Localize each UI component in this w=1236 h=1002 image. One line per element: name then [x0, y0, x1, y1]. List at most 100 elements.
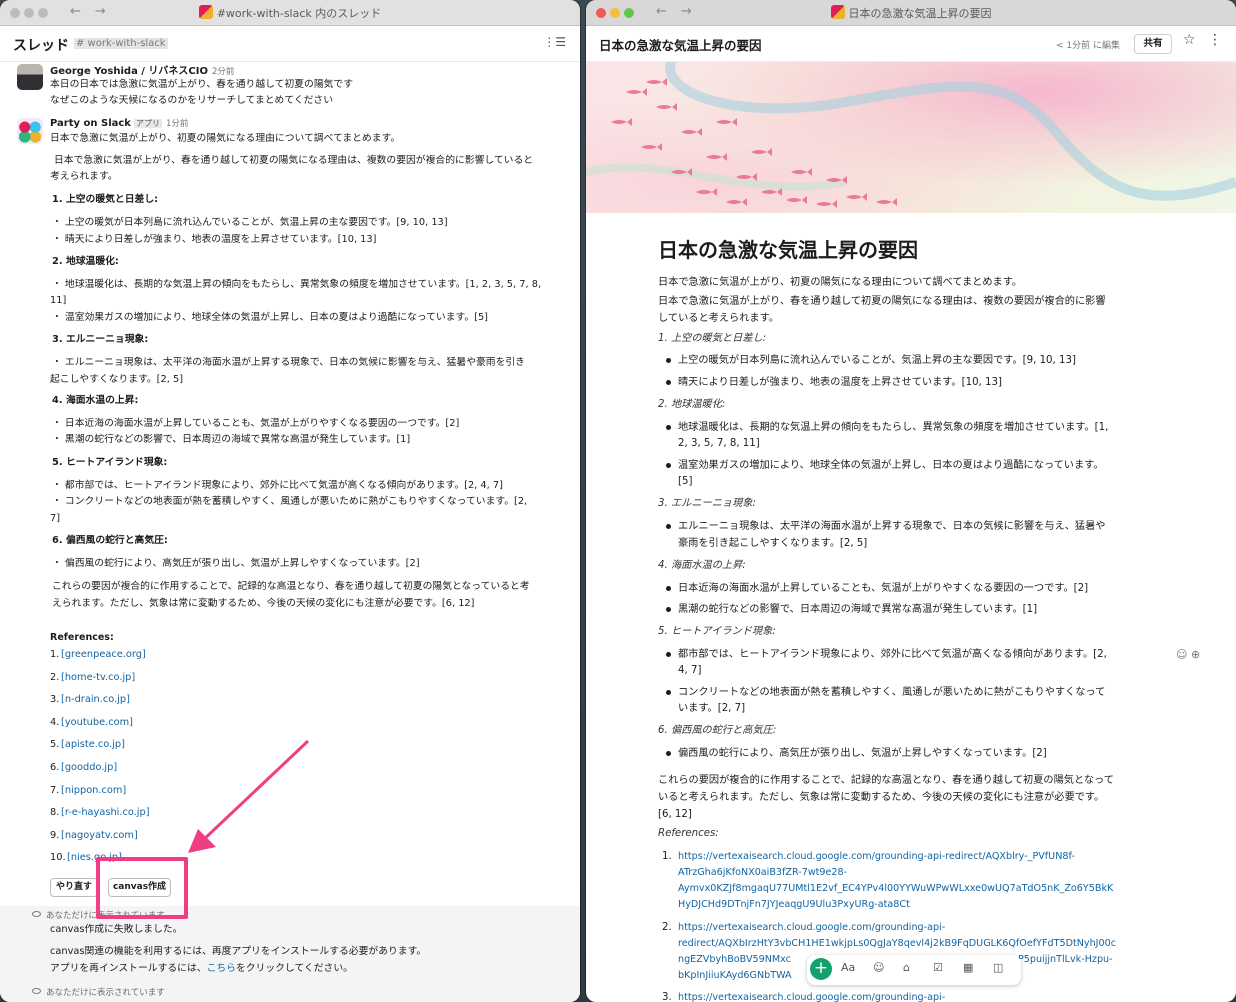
thread-channel-link[interactable]: # work-with-slack	[74, 38, 168, 49]
ref-link[interactable]: ATrzGha6jKfoNX0aiB3fZR-7wt9e28-	[678, 864, 847, 881]
message-author[interactable]: Party on Slack アプリ 1分前	[50, 117, 188, 129]
share-button[interactable]: 共有	[1134, 34, 1172, 54]
bullet-text: 11]	[50, 295, 67, 306]
doc-paragraph[interactable]: していると考えられます。	[658, 310, 779, 327]
fish-shape	[681, 128, 702, 136]
title-bar: ←→ #work-with-slack 内のスレッド	[0, 0, 580, 26]
ref-link[interactable]: https://vertexaisearch.cloud.google.com/…	[678, 919, 945, 936]
doc-bullet[interactable]: 2, 3, 5, 7, 8, 11]	[678, 435, 760, 452]
ref-link[interactable]: HyDJCHd9DTnjFn7JYJeaqgU9Ulu3PxyURg-ata8C…	[678, 896, 910, 913]
fish-shape	[816, 200, 837, 208]
reference-link[interactable]: [home-tv.co.jp]	[61, 670, 135, 685]
message-text: なぜこのような天候になるのかをリサーチしてまとめてください	[50, 95, 334, 106]
fish-shape	[791, 168, 812, 176]
reinstall-link[interactable]: こちら	[207, 963, 236, 974]
doc-bullet[interactable]: 日本近海の海面水温が上昇していることも、気温が上がりやすくなる要因の一つです。[…	[678, 580, 1088, 597]
reference-number: 9.	[50, 829, 60, 841]
ref-link[interactable]: https://vertexaisearch.cloud.google.com/…	[678, 848, 1075, 865]
eye-icon	[32, 988, 41, 994]
doc-bullet[interactable]: 地球温暖化は、長期的な気温上昇の傾向をもたらし、異常気象の頻度を増加させています…	[678, 419, 1108, 436]
layout-icon[interactable]: ◫	[993, 961, 1003, 974]
reinstall-text: アプリを再インストールするには、こちらをクリックしてください。	[50, 963, 353, 974]
doc-heading[interactable]: 4. 海面水温の上昇:	[658, 557, 746, 574]
message-author[interactable]: George Yoshida / リバネスCIO 2分前	[50, 62, 234, 77]
doc-paragraph[interactable]: いると考えられます。ただし、気象は常に変動するため、今後の天候の変化にも注意が必…	[658, 789, 1104, 806]
doc-paragraph[interactable]: 日本で急激に気温が上がり、初夏の陽気になる理由について調べてまとめます。	[658, 274, 1022, 291]
app-avatar[interactable]	[17, 118, 43, 144]
ref-link[interactable]: Aymvx0KZJf8mgaqU77UMtl1E2vf_EC4YPv4l00YY…	[678, 880, 1113, 897]
doc-paragraph[interactable]: 日本で急激に気温が上がり、春を通り越して初夏の陽気になる理由は、複数の要因が複合…	[658, 293, 1106, 310]
fish-shape	[626, 88, 647, 96]
doc-bullet[interactable]: います。[2, 7]	[678, 700, 745, 717]
section-heading: 2. 地球温暖化:	[52, 256, 119, 267]
doc-references-label: References:	[658, 828, 719, 839]
attachment-icon[interactable]: ⌂	[903, 961, 910, 974]
doc-heading[interactable]: 2. 地球温暖化:	[658, 396, 725, 413]
reference-number: 4.	[50, 716, 60, 728]
annotation-arrow	[188, 739, 310, 853]
reference-number: 3.	[50, 694, 60, 706]
doc-bullet[interactable]: 黒潮の蛇行などの影響で、日本周辺の海域で異常な高温が発生しています。[1]	[678, 601, 1037, 618]
bullet-text: ・ 上空の暖気が日本列島に流れ込んでいることが、気温上昇の主な要因です。[9, …	[52, 217, 448, 228]
fish-shape	[706, 153, 727, 161]
table-icon[interactable]: ▦	[963, 961, 973, 974]
doc-bullet[interactable]: 4, 7]	[678, 662, 701, 679]
doc-bullet[interactable]: 豪雨を引き起こしやすくなります。[2, 5]	[678, 535, 867, 552]
doc-bullet[interactable]: 偏西風の蛇行により、高気圧が張り出し、気温が上昇しやすくなっています。[2]	[678, 745, 1047, 762]
reference-link[interactable]: [nippon.com]	[61, 783, 126, 798]
fish-shape	[641, 143, 662, 151]
reference-link[interactable]: [nagoyatv.com]	[61, 828, 138, 843]
star-icon[interactable]: ☆	[1183, 32, 1196, 48]
fish-shape	[876, 198, 897, 206]
ref-link[interactable]: redirect/AQXbIrzHtY3vbCH1HE1wkjpLs0QgJaY…	[678, 935, 1116, 952]
doc-bullet[interactable]: [5]	[678, 473, 692, 490]
ref-link[interactable]: ngEZVbyhBoBV59NMxc	[678, 951, 791, 968]
doc-heading[interactable]: 1. 上空の暖気と日差し:	[658, 330, 766, 347]
reinstall-text: canvas関連の機能を利用するには、再度アプリをインストールする必要があります…	[50, 946, 427, 957]
doc-heading[interactable]: 5. ヒートアイランド現象:	[658, 623, 776, 640]
reference-link[interactable]: [gooddo.jp]	[61, 760, 117, 775]
reference-link[interactable]: [r-e-hayashi.co.jp]	[61, 805, 150, 820]
bullet-text: ・ 地球温暖化は、長期的な気温上昇の傾向をもたらし、異常気象の頻度を増加させてい…	[52, 279, 542, 290]
doc-bullet[interactable]: 上空の暖気が日本列島に流れ込んでいることが、気温上昇の主な要因です。[9, 10…	[678, 352, 1076, 369]
reference-link[interactable]: [greenpeace.org]	[61, 647, 146, 662]
title-bar: ←→ 日本の急激な気温上昇の要因	[586, 0, 1236, 26]
bullet-dot	[666, 652, 671, 657]
doc-bullet[interactable]: コンクリートなどの地表面が熱を蓄積しやすく、風通しが悪いために熱がこもりやすくな…	[678, 684, 1105, 701]
section-heading: 4. 海面水温の上昇:	[52, 395, 139, 406]
reference-link[interactable]: [youtube.com]	[61, 715, 133, 730]
reference-link[interactable]: [apiste.co.jp]	[61, 737, 125, 752]
bullet-dot	[666, 524, 671, 529]
doc-heading[interactable]: 3. エルニーニョ現象:	[658, 495, 756, 512]
bullet-text: 7]	[50, 513, 61, 524]
more-options-icon[interactable]: ⋮	[1208, 32, 1222, 48]
reference-link[interactable]: [n-drain.co.jp]	[61, 692, 130, 707]
doc-heading[interactable]: 6. 偏西風の蛇行と高気圧:	[658, 722, 776, 739]
emoji-icon[interactable]: ☺	[873, 961, 884, 974]
edit-timestamp[interactable]: < 1分前 に編集	[1056, 38, 1120, 51]
ref-link[interactable]: https://vertexaisearch.cloud.google.com/…	[678, 989, 945, 1002]
text-format-button[interactable]: Aa	[841, 961, 855, 974]
retry-button[interactable]: やり直す	[50, 878, 98, 897]
doc-bullet[interactable]: 温室効果ガスの増加により、地球全体の気温が上昇し、日本の夏はより過酷になっていま…	[678, 457, 1104, 474]
checklist-icon[interactable]: ☑	[933, 961, 943, 974]
canvas-format-toolbar: + Aa ☺ ⌂ ☑ ▦ ◫	[807, 955, 1021, 985]
doc-bullet[interactable]: 都市部では、ヒートアイランド現象により、郊外に比べて気温が高くなる傾向があります…	[678, 646, 1107, 663]
bullet-text: ・ エルニーニョ現象は、太平洋の海面水温が上昇する現象で、日本の気候に影響を与え…	[52, 357, 525, 368]
thread-window: ←→ #work-with-slack 内のスレッド スレッド # work-w…	[0, 0, 580, 1002]
ref-link[interactable]: P5puijjnTlLvk-Hzpu-	[1018, 951, 1113, 968]
doc-paragraph[interactable]: [6, 12]	[658, 806, 692, 823]
doc-paragraph[interactable]: これらの要因が複合的に作用することで、記録的な高温となり、春を通り越して初夏の陽…	[658, 772, 1114, 789]
avatar[interactable]	[17, 64, 43, 90]
section-heading: 1. 上空の暖気と日差し:	[52, 194, 159, 205]
doc-bullet[interactable]: エルニーニョ現象は、太平洋の海面水温が上昇する現象で、日本の気候に影響を与え、猛…	[678, 518, 1105, 535]
ref-link[interactable]: bKpInJiiuKAyd6GNbTWA	[678, 967, 792, 984]
conclusion-text: これらの要因が複合的に作用することで、記録的な高温となり、春を通り越して初夏の陽…	[52, 581, 530, 592]
insert-button[interactable]: +	[810, 958, 832, 980]
doc-bullet[interactable]: 晴天により日差しが強まり、地表の温度を上昇させています。[10, 13]	[678, 374, 1002, 391]
comment-reaction-icons[interactable]: ☺ ⊕	[1176, 648, 1200, 661]
thread-options-icon[interactable]: ⋮☰	[543, 35, 566, 49]
fish-shape	[716, 118, 737, 126]
reference-number: 6.	[50, 762, 60, 773]
bullet-dot	[666, 690, 671, 695]
